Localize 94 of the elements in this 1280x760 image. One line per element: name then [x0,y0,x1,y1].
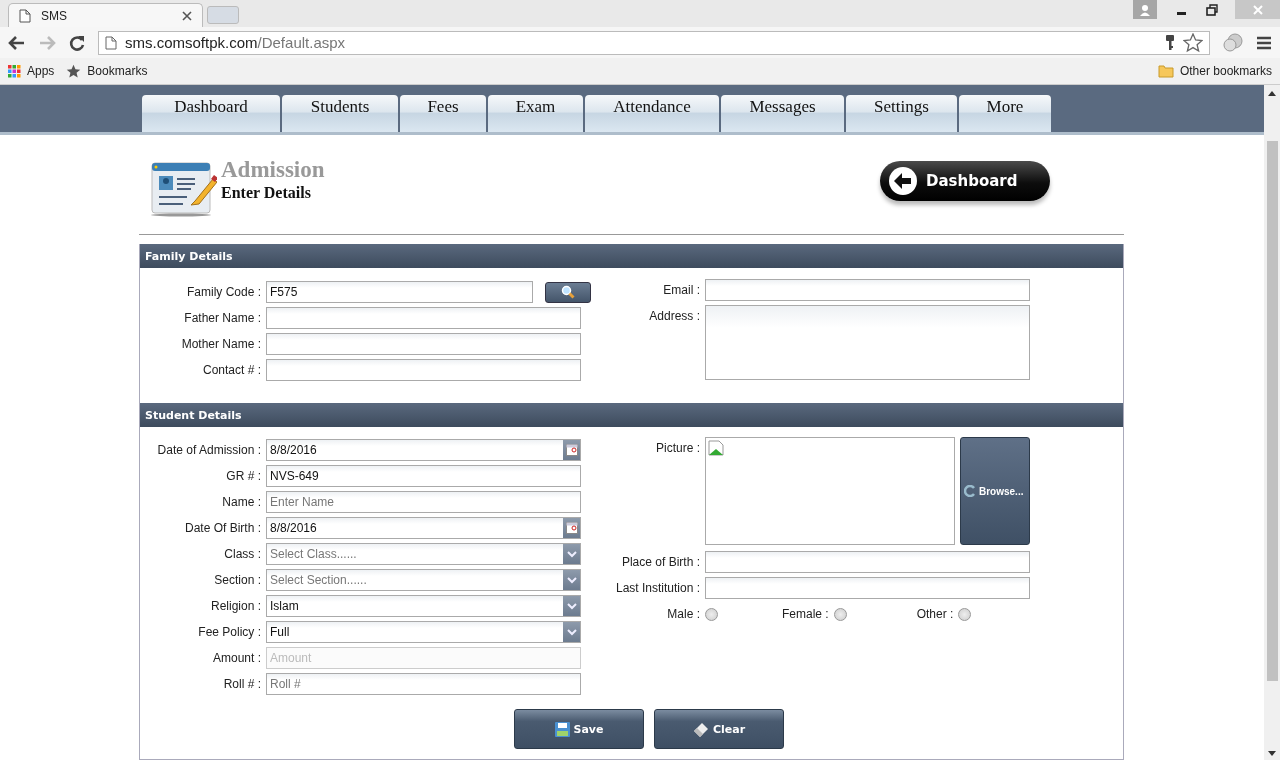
dropdown-field[interactable]: Select Class...... [266,543,581,565]
page-title: Admission [221,157,325,183]
calendar-icon[interactable] [563,518,580,538]
folder-icon [1157,64,1174,78]
field-label: Date of Admission : [156,443,261,457]
star-icon [66,63,82,79]
nav-tab[interactable]: Students [282,95,398,132]
star-icon[interactable] [1183,32,1203,53]
dropdown-field[interactable]: Full [266,621,581,643]
field-label: Address : [648,308,700,323]
input-field[interactable] [705,551,1030,573]
field-label: Date Of Birth : [183,521,261,535]
field-label: Contact # : [201,363,261,377]
input-field[interactable] [705,279,1030,301]
caret-icon[interactable] [563,596,580,616]
field-label: Email : [662,282,700,297]
input-field[interactable]: NVS-649 [266,465,581,487]
input-field[interactable] [266,359,581,381]
scroll-up-icon[interactable] [1268,91,1276,96]
input-field[interactable] [266,333,581,355]
field-label: Roll # : [222,677,261,691]
address-bar[interactable]: sms.comsoftpk.com/Default.aspx [98,30,1210,55]
search-icon [561,285,575,299]
field-label: Mother Name : [180,337,261,351]
field-label: Religion : [209,599,261,613]
nav-tab[interactable]: More [959,95,1051,132]
date-field[interactable]: 8/8/2016 [266,517,581,539]
user-icon[interactable] [1133,0,1157,19]
extension-icon[interactable] [1222,32,1244,53]
input-field[interactable]: F575 [266,281,533,303]
input-field[interactable] [705,577,1030,599]
caret-icon[interactable] [563,544,580,564]
page-subtitle: Enter Details [221,183,312,203]
nav-tab[interactable]: Exam [488,95,583,132]
clear-button[interactable]: Clear [654,709,784,749]
back-icon[interactable] [8,34,26,51]
form-icon [149,159,217,217]
dropdown-field[interactable]: Islam [266,595,581,617]
field-label: Amount : [211,651,261,665]
field-label: Fee Policy : [197,625,261,639]
field-label: Father Name : [183,311,261,325]
browser-tab[interactable]: SMS [8,3,203,27]
close-icon[interactable] [182,10,192,21]
field-label: GR # : [225,469,261,483]
radio-button[interactable] [705,607,718,621]
menu-icon[interactable] [1256,35,1272,50]
calendar-icon[interactable] [563,440,580,460]
field-label: Place of Birth : [620,555,700,569]
nav-tab[interactable]: Dashboard [142,95,280,132]
input-field[interactable]: Roll # [266,673,581,695]
input-field[interactable] [266,307,581,329]
radio-button[interactable] [958,607,972,621]
radio-label: Male : [666,607,700,621]
page-icon [19,8,31,23]
nav-tab[interactable]: Settings [846,95,957,132]
scroll-down-icon[interactable] [1268,751,1276,756]
bookmark-item[interactable]: Apps [8,64,55,78]
field-label: Name : [221,495,261,509]
bookmark-item[interactable]: Bookmarks [66,63,148,79]
section-header: Family Details [140,244,1123,268]
caret-icon[interactable] [563,570,580,590]
nav-tab[interactable]: Messages [721,95,844,132]
nav-tab[interactable]: Attendance [585,95,719,132]
radio-button[interactable] [833,607,847,621]
refresh-icon [964,485,976,497]
url-text[interactable]: sms.comsoftpk.com/Default.aspx [125,34,346,51]
restore-icon[interactable] [1205,3,1219,17]
field-label: Family Code : [185,285,261,299]
broken-image-icon [708,440,724,456]
input-field[interactable]: Enter Name [266,491,581,513]
dashboard-button[interactable]: Dashboard [880,161,1050,201]
apps-icon [8,64,21,78]
date-field[interactable]: 8/8/2016 [266,439,581,461]
radio-label: Other : [916,607,954,621]
eraser-icon [692,721,709,737]
section-header: Student Details [140,403,1123,427]
field-label: Last Institution : [614,581,700,595]
close-icon [1251,3,1264,16]
key-icon[interactable] [1165,33,1175,52]
field-label: Class : [223,547,261,561]
save-button[interactable]: Save [514,709,644,749]
field-label: Section : [213,573,261,587]
page-icon [105,35,117,50]
search-button[interactable] [545,281,591,303]
address-field[interactable] [705,305,1030,380]
caret-icon[interactable] [563,622,580,642]
dropdown-field[interactable]: Select Section...... [266,569,581,591]
radio-label: Female : [782,607,829,621]
browse-button[interactable]: Browse... [960,437,1030,545]
bookmark-folder[interactable]: Other bookmarks [1157,64,1272,78]
field-label: Picture : [655,440,700,455]
scrollbar[interactable] [1264,85,1280,760]
reload-icon[interactable] [68,33,86,52]
nav-tab[interactable]: Fees [400,95,486,132]
